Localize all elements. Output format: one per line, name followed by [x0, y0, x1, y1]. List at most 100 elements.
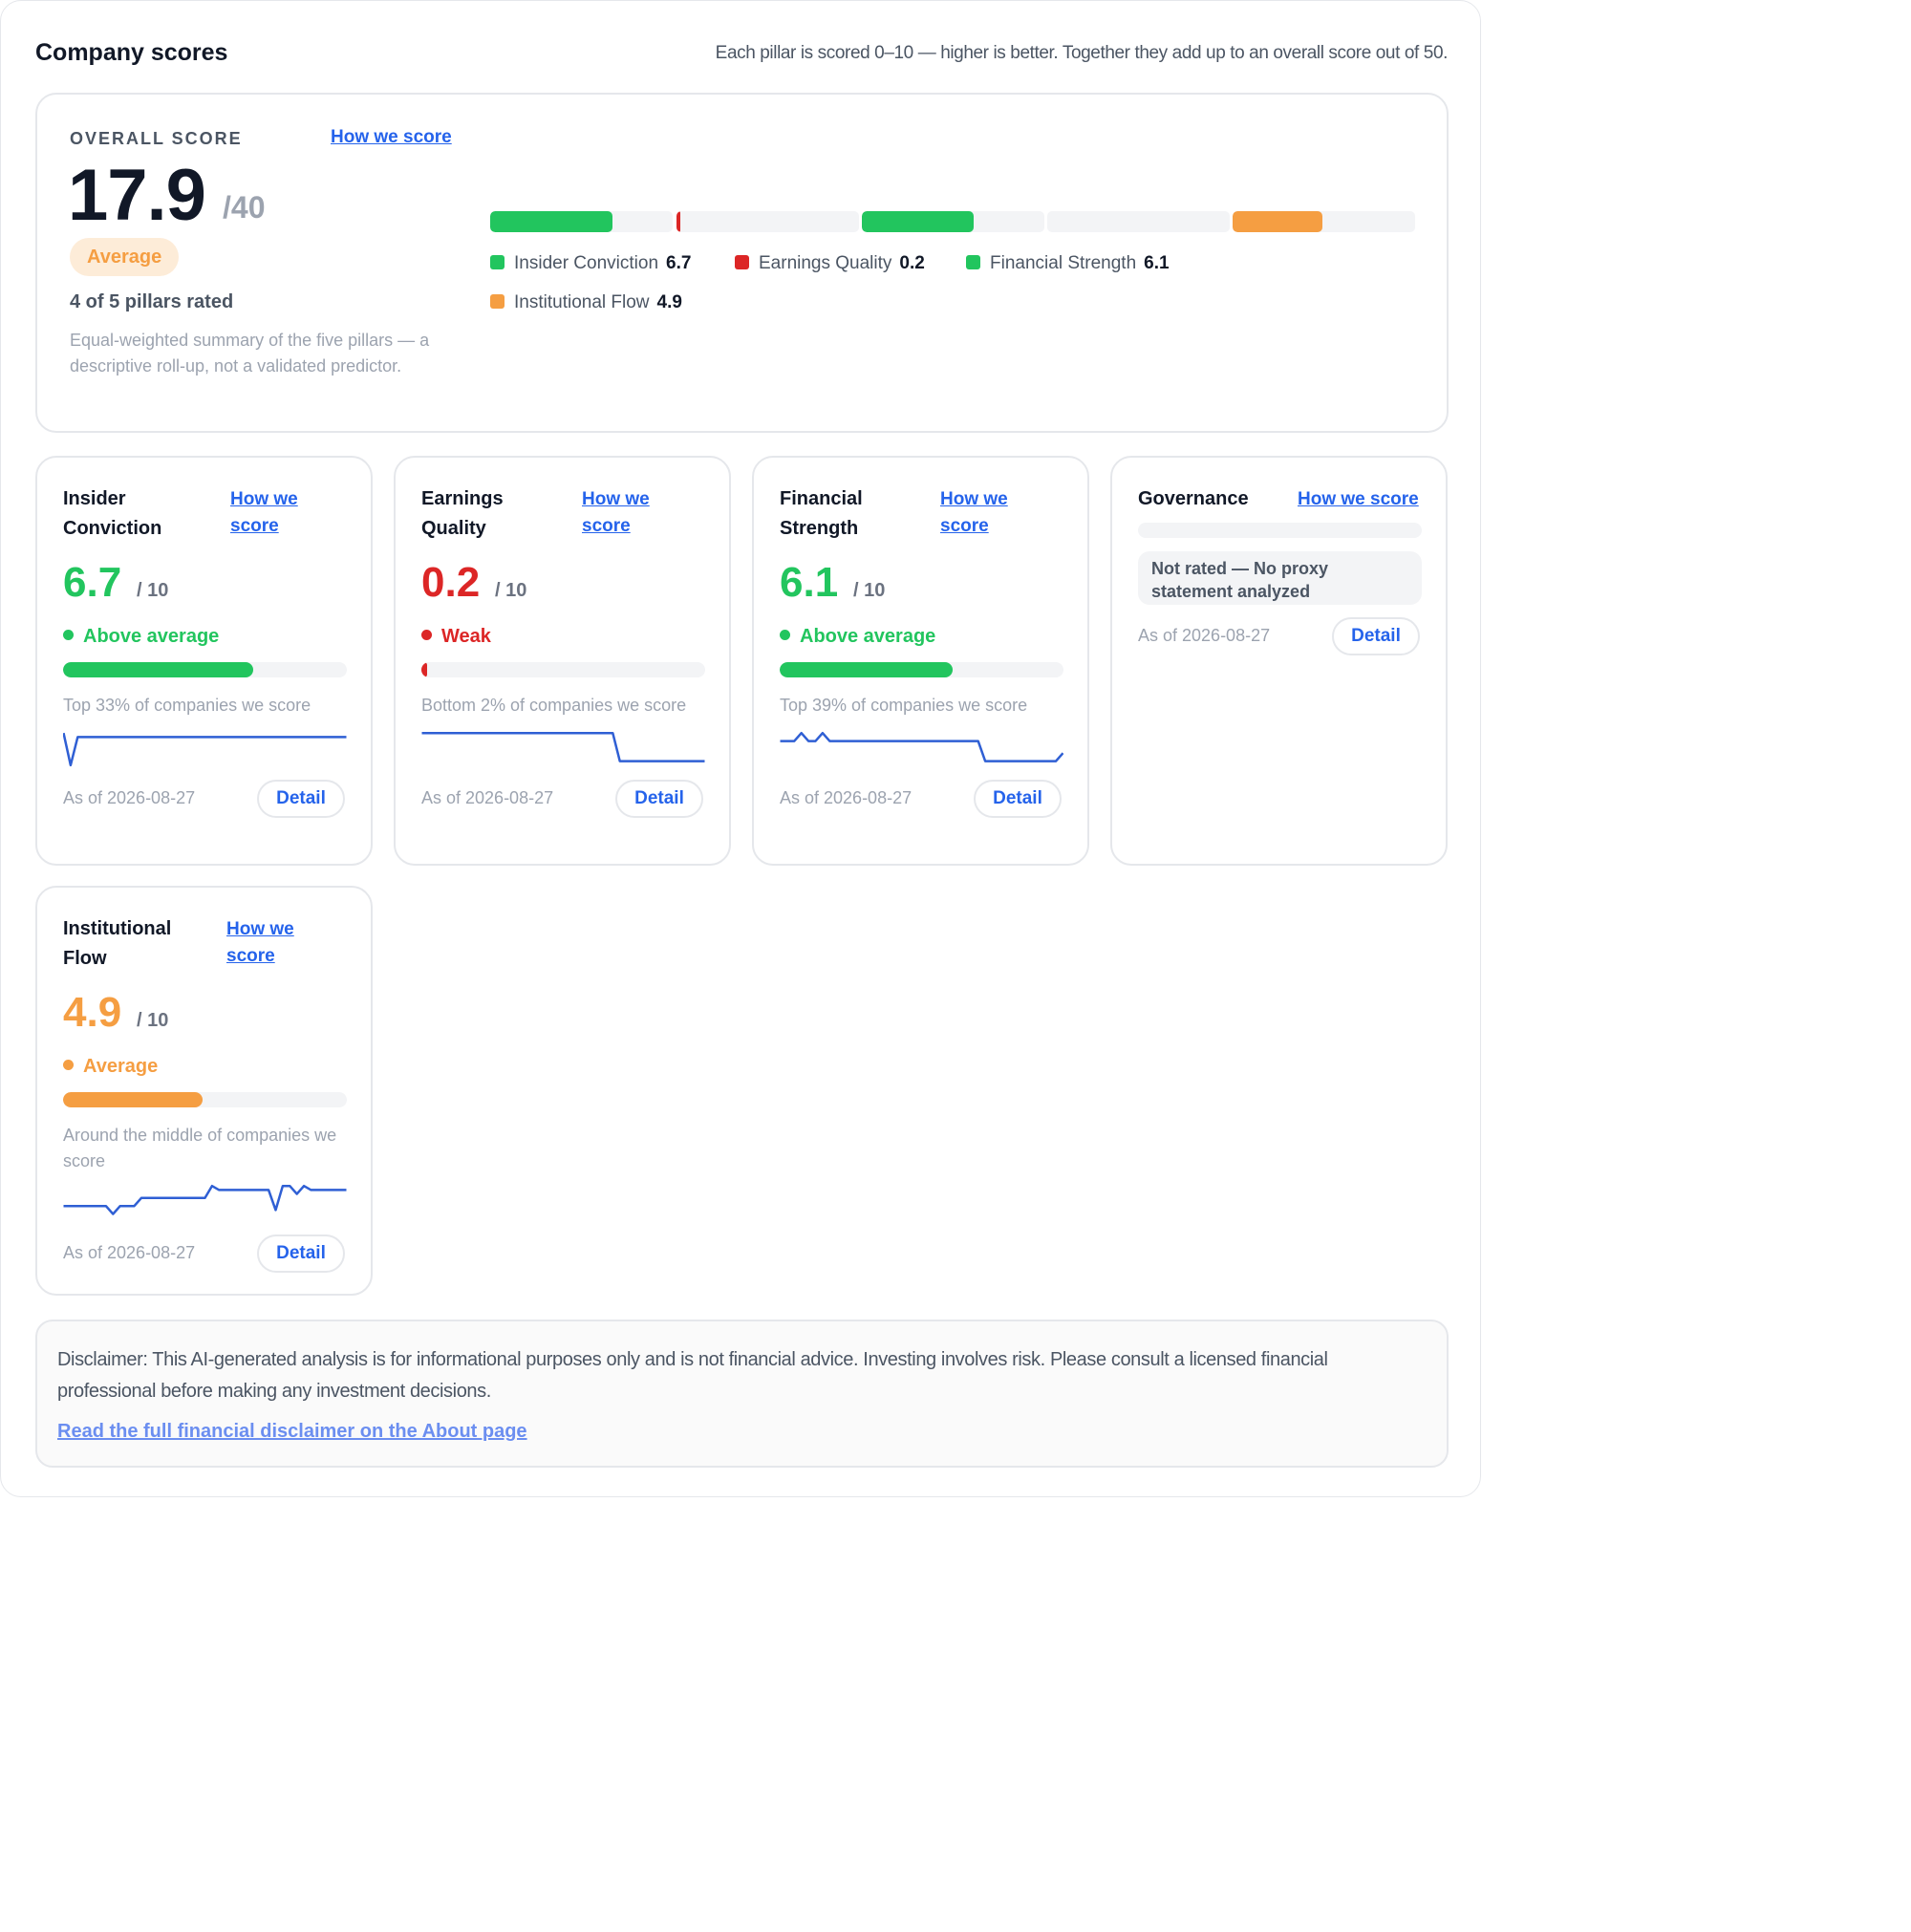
- segment-insider-conviction: [490, 211, 673, 232]
- legend-item-insider-conviction: Insider Conviction 6.7: [490, 253, 691, 274]
- legend-label: Institutional Flow: [514, 292, 650, 312]
- detail-button[interactable]: Detail: [615, 780, 703, 818]
- segment-fill-financial-strength: [862, 211, 974, 232]
- trend-line: [780, 731, 1063, 762]
- detail-button[interactable]: Detail: [974, 780, 1062, 818]
- pillars-rated-count: 4 of 5 pillars rated: [70, 291, 234, 312]
- trend-sparkline: [780, 731, 1063, 762]
- pillar-score: 6.1: [780, 559, 839, 606]
- trend-line: [63, 732, 347, 767]
- status-dot-icon: [780, 630, 790, 640]
- as-of-date: As of 2026-08-27: [63, 788, 196, 807]
- pillar-score-max: / 10: [853, 580, 886, 601]
- percentile-rank: Around the middle of companies we score: [63, 1126, 337, 1170]
- percentile-rank: Bottom 2% of companies we score: [421, 696, 687, 715]
- pillar-score-max: / 10: [495, 580, 527, 601]
- detail-button[interactable]: Detail: [257, 780, 345, 818]
- pillar-card-insider-conviction: Insider Conviction How we score 6.7 / 10 Abo…: [35, 456, 373, 866]
- as-of-date: As of 2026-08-27: [421, 788, 554, 807]
- pillar-title: Governance: [1138, 488, 1249, 509]
- legend-value: 6.7: [666, 253, 692, 273]
- how-we-score-link[interactable]: How we score: [940, 486, 1055, 540]
- scoring-note: Each pillar is scored 0–10 — higher is b…: [715, 43, 1449, 63]
- overall-score-value: 17.9: [68, 155, 206, 236]
- overall-score-label: OVERALL SCORE: [70, 129, 243, 148]
- pillar-card-governance: Governance How we score Not rated — No pro…: [1110, 456, 1448, 866]
- trend-line: [421, 731, 705, 762]
- legend-value: 6.1: [1144, 253, 1170, 273]
- how-we-score-link[interactable]: How we score: [1298, 486, 1431, 513]
- overall-score-max: /40: [223, 190, 266, 225]
- overall-rating-badge: Average: [70, 238, 180, 276]
- pillar-progress-bar: [421, 662, 705, 677]
- legend-swatch: [735, 255, 749, 269]
- legend-value: 4.9: [656, 292, 682, 312]
- legend-item-institutional-flow: Institutional Flow 4.9: [490, 292, 682, 313]
- as-of-date: As of 2026-08-27: [1138, 626, 1271, 645]
- segment-fill-earnings-quality: [676, 211, 680, 232]
- pillar-title: Financial Strength: [780, 488, 863, 539]
- legend-item-earnings-quality: Earnings Quality 0.2: [735, 253, 925, 274]
- pillar-score: 0.2: [421, 559, 481, 606]
- legend-swatch: [490, 255, 505, 269]
- trend-sparkline: [421, 731, 705, 762]
- pillar-status: Average: [63, 1056, 158, 1078]
- legend-swatch: [966, 255, 980, 269]
- segment-earnings-quality: [676, 211, 859, 232]
- overall-score-card: OVERALL SCORE How we score 17.9 /40 Aver…: [35, 93, 1449, 433]
- pillar-progress-bar: [63, 662, 347, 677]
- not-rated-note: Not rated — No proxy statement analyzed: [1138, 551, 1422, 605]
- legend-item-financial-strength: Financial Strength 6.1: [966, 253, 1170, 274]
- governance-empty-bar: [1138, 523, 1422, 538]
- pillar-card-earnings-quality: Earnings Quality How we score 0.2 / 10 Weak B…: [394, 456, 731, 866]
- legend-value: 0.2: [899, 253, 925, 273]
- legend-label: Financial Strength: [990, 253, 1137, 273]
- pillar-score: 6.7: [63, 559, 122, 606]
- pillar-score-max: / 10: [137, 1010, 169, 1031]
- pillar-title: Institutional Flow: [63, 918, 172, 969]
- disclaimer-box: Disclaimer: This AI-generated analysis i…: [35, 1320, 1449, 1468]
- percentile-rank: Top 33% of companies we score: [63, 696, 311, 715]
- as-of-date: As of 2026-08-27: [63, 1243, 196, 1262]
- detail-button[interactable]: Detail: [1332, 617, 1420, 655]
- pillar-title: Insider Conviction: [63, 488, 162, 539]
- status-label: Weak: [441, 626, 491, 647]
- status-dot-icon: [63, 630, 74, 640]
- page-title: Company scores: [35, 39, 228, 66]
- status-label: Above average: [800, 626, 936, 647]
- pillar-progress-fill: [780, 662, 954, 677]
- pillar-progress-bar: [63, 1092, 347, 1107]
- detail-button[interactable]: Detail: [257, 1234, 345, 1273]
- segment-institutional-flow: [1233, 211, 1415, 232]
- full-disclaimer-link[interactable]: Read the full financial disclaimer on th…: [57, 1421, 527, 1443]
- pillar-card-financial-strength: Financial Strength How we score 6.1 / 10 Abo…: [752, 456, 1089, 866]
- how-we-score-link[interactable]: How we score: [230, 486, 345, 540]
- legend-label: Earnings Quality: [759, 253, 892, 273]
- pillar-score-max: / 10: [137, 580, 169, 601]
- legend-label: Insider Conviction: [514, 253, 659, 273]
- segment-governance: [1047, 211, 1230, 232]
- pillar-score: 4.9: [63, 989, 122, 1036]
- trend-line: [63, 1184, 347, 1215]
- disclaimer-text: Disclaimer: This AI-generated analysis i…: [57, 1349, 1328, 1402]
- pillar-status: Weak: [421, 626, 491, 648]
- segment-fill-insider-conviction: [490, 211, 612, 232]
- how-we-score-link[interactable]: How we score: [582, 486, 697, 540]
- as-of-date: As of 2026-08-27: [780, 788, 913, 807]
- pillar-card-institutional-flow: Institutional Flow How we score 4.9 / 10 Ave…: [35, 886, 373, 1296]
- status-dot-icon: [63, 1060, 74, 1070]
- how-we-score-link[interactable]: How we score: [226, 916, 341, 970]
- overall-description: Equal-weighted summary of the five pilla…: [70, 331, 430, 376]
- trend-sparkline: [63, 1184, 347, 1215]
- pillar-progress-fill: [63, 1092, 203, 1107]
- overall-how-we-score-link[interactable]: How we score: [331, 127, 452, 148]
- legend-swatch: [490, 294, 505, 309]
- pillar-status: Above average: [63, 626, 219, 648]
- pillar-title: Earnings Quality: [421, 488, 504, 539]
- pillar-progress-fill: [421, 662, 427, 677]
- status-label: Average: [83, 1056, 159, 1077]
- status-label: Above average: [83, 626, 220, 647]
- pillar-progress-fill: [63, 662, 253, 677]
- pillar-progress-bar: [780, 662, 1063, 677]
- trend-sparkline: [63, 732, 347, 767]
